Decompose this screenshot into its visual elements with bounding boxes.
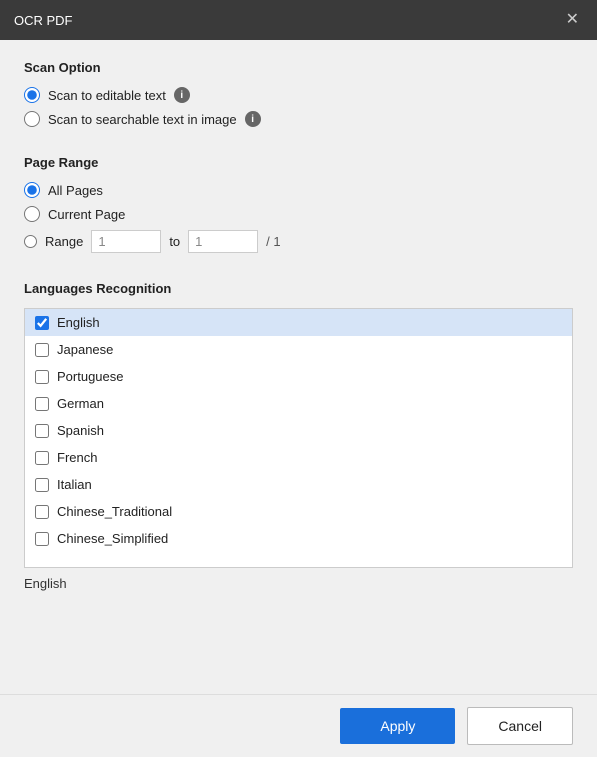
dialog-footer: Apply Cancel bbox=[0, 694, 597, 757]
list-item[interactable]: Japanese bbox=[25, 336, 572, 363]
german-checkbox[interactable] bbox=[35, 397, 49, 411]
selected-languages-display: English bbox=[24, 576, 573, 591]
languages-section: Languages Recognition English Japanese P… bbox=[24, 281, 573, 660]
all-pages-option[interactable]: All Pages bbox=[24, 182, 573, 198]
range-option-row: Range to / 1 bbox=[24, 230, 573, 253]
title-bar: OCR PDF ✕ bbox=[0, 0, 597, 40]
english-label: English bbox=[57, 315, 100, 330]
scan-editable-info-icon: i bbox=[174, 87, 190, 103]
portuguese-label: Portuguese bbox=[57, 369, 124, 384]
range-label: Range bbox=[45, 234, 83, 249]
scan-editable-option[interactable]: Scan to editable text i bbox=[24, 87, 573, 103]
scan-editable-radio[interactable] bbox=[24, 87, 40, 103]
spanish-checkbox[interactable] bbox=[35, 424, 49, 438]
all-pages-label: All Pages bbox=[48, 183, 103, 198]
total-pages: / 1 bbox=[266, 234, 280, 249]
list-item[interactable]: German bbox=[25, 390, 572, 417]
ocr-pdf-dialog: OCR PDF ✕ Scan Option Scan to editable t… bbox=[0, 0, 597, 757]
range-from-input[interactable] bbox=[91, 230, 161, 253]
current-page-option[interactable]: Current Page bbox=[24, 206, 573, 222]
apply-button[interactable]: Apply bbox=[340, 708, 455, 744]
japanese-checkbox[interactable] bbox=[35, 343, 49, 357]
page-range-title: Page Range bbox=[24, 155, 573, 170]
close-icon: ✕ bbox=[566, 11, 579, 28]
languages-list[interactable]: English Japanese Portuguese German Spani bbox=[24, 308, 573, 568]
chinese-simplified-label: Chinese_Simplified bbox=[57, 531, 168, 546]
all-pages-radio[interactable] bbox=[24, 182, 40, 198]
page-range-section: Page Range All Pages Current Page Range … bbox=[24, 155, 573, 261]
italian-checkbox[interactable] bbox=[35, 478, 49, 492]
list-item[interactable]: Chinese_Traditional bbox=[25, 498, 572, 525]
list-item[interactable]: English bbox=[25, 309, 572, 336]
english-checkbox[interactable] bbox=[35, 316, 49, 330]
scan-option-title: Scan Option bbox=[24, 60, 573, 75]
current-page-label: Current Page bbox=[48, 207, 125, 222]
french-label: French bbox=[57, 450, 97, 465]
chinese-traditional-checkbox[interactable] bbox=[35, 505, 49, 519]
scan-searchable-info-icon: i bbox=[245, 111, 261, 127]
list-item[interactable]: Portuguese bbox=[25, 363, 572, 390]
dialog-title: OCR PDF bbox=[14, 13, 73, 28]
japanese-label: Japanese bbox=[57, 342, 113, 357]
french-checkbox[interactable] bbox=[35, 451, 49, 465]
scan-searchable-option[interactable]: Scan to searchable text in image i bbox=[24, 111, 573, 127]
chinese-traditional-label: Chinese_Traditional bbox=[57, 504, 172, 519]
dialog-content: Scan Option Scan to editable text i Scan… bbox=[0, 40, 597, 694]
portuguese-checkbox[interactable] bbox=[35, 370, 49, 384]
spanish-label: Spanish bbox=[57, 423, 104, 438]
list-item[interactable]: French bbox=[25, 444, 572, 471]
scan-searchable-radio[interactable] bbox=[24, 111, 40, 127]
list-item[interactable]: Chinese_Simplified bbox=[25, 525, 572, 552]
scan-editable-label: Scan to editable text bbox=[48, 88, 166, 103]
scan-searchable-label: Scan to searchable text in image bbox=[48, 112, 237, 127]
current-page-radio[interactable] bbox=[24, 206, 40, 222]
range-to-input[interactable] bbox=[188, 230, 258, 253]
scan-option-section: Scan Option Scan to editable text i Scan… bbox=[24, 60, 573, 135]
range-radio[interactable] bbox=[24, 235, 37, 248]
list-item[interactable]: Spanish bbox=[25, 417, 572, 444]
chinese-simplified-checkbox[interactable] bbox=[35, 532, 49, 546]
cancel-button[interactable]: Cancel bbox=[467, 707, 573, 745]
to-label: to bbox=[169, 234, 180, 249]
german-label: German bbox=[57, 396, 104, 411]
list-item[interactable]: Italian bbox=[25, 471, 572, 498]
languages-title: Languages Recognition bbox=[24, 281, 573, 296]
italian-label: Italian bbox=[57, 477, 92, 492]
close-button[interactable]: ✕ bbox=[562, 10, 583, 30]
